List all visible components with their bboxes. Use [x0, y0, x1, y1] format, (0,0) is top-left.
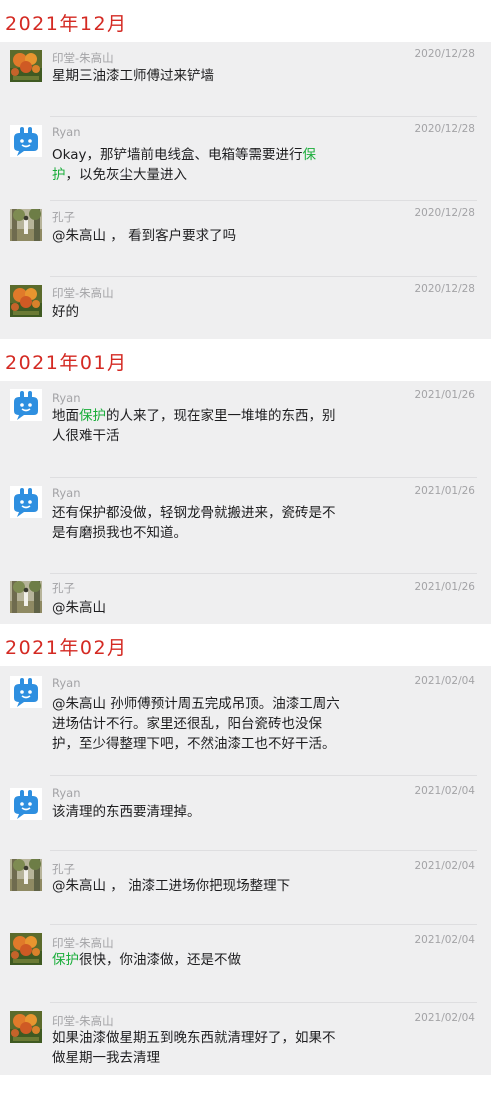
- message-text: 如果油漆做星期五到晚东西就清理好了，如果不 做星期一我去清理: [52, 1028, 352, 1068]
- message-row[interactable]: Ryan 2021/02/04 该清理的东西要清理掉。: [0, 776, 491, 851]
- outdoor-avatar[interactable]: [10, 209, 42, 241]
- message-text-fragment: 好的: [52, 304, 79, 320]
- message-text-fragment: @朱高山 孙师傅预计周五完成吊顶。油漆工周六: [52, 696, 340, 712]
- message-date: 2020/12/28: [414, 123, 475, 135]
- message-text-fragment: 很快，你油漆做，还是不做: [79, 952, 241, 968]
- bunny-avatar[interactable]: [10, 486, 42, 518]
- message-row[interactable]: Ryan 2020/12/28 Okay，那铲墙前电线盒、电箱等需要进行保护，以免灰…: [0, 117, 491, 201]
- message-text-fragment: 人很难干活: [52, 428, 120, 444]
- message-date: 2020/12/28: [414, 283, 475, 295]
- message-date: 2021/02/04: [414, 785, 475, 797]
- message-row[interactable]: 孔子 2020/12/28 @朱高山 ， 看到客户要求了吗: [0, 201, 491, 277]
- message-row[interactable]: Ryan 2021/02/04 @朱高山 孙师傅预计周五完成吊顶。油漆工周六 进场估计…: [0, 666, 491, 776]
- message-text-fragment: 做星期一我去清理: [52, 1050, 160, 1066]
- month-header: 2021年02月: [0, 624, 491, 666]
- sender-name: 印堂-朱高山: [52, 51, 114, 65]
- month-message-group: Ryan 2021/02/04 @朱高山 孙师傅预计周五完成吊顶。油漆工周六 进场估计…: [0, 666, 491, 1075]
- message-text-fragment: @朱高山 ， 油漆工进场你把现场整理下: [52, 878, 291, 894]
- message-text-fragment: 该清理的东西要清理掉。: [52, 804, 201, 820]
- flower-avatar[interactable]: [10, 1011, 42, 1043]
- message-text: 还有保护都没做，轻钢龙骨就搬进来，瓷砖是不 是有磨损我也不知道。: [52, 503, 352, 543]
- message-text-fragment: Okay，那铲墙前电线盒、电箱等需要进行: [52, 147, 303, 163]
- message-row[interactable]: Ryan 2021/01/26 还有保护都没做，轻钢龙骨就搬进来，瓷砖是不 是有磨损我…: [0, 478, 491, 574]
- message-text-fragment: @朱高山 ， 看到客户要求了吗: [52, 228, 237, 244]
- highlighted-keyword: 护: [52, 167, 66, 183]
- message-date: 2021/02/04: [414, 675, 475, 687]
- bunny-avatar[interactable]: [10, 389, 42, 421]
- message-text-fragment: 是有磨损我也不知道。: [52, 525, 187, 541]
- chat-export-page: 2021年12月印堂-朱高山 2020/12/28 星期三油漆工师傅过来铲墙 Ryan…: [0, 0, 491, 1100]
- message-row[interactable]: 印堂-朱高山 2021/02/04 保护很快，你油漆做，还是不做: [0, 925, 491, 1003]
- message-text: 保护很快，你油漆做，还是不做: [52, 950, 352, 970]
- message-text: @朱高山: [52, 598, 352, 618]
- message-date: 2020/12/28: [414, 207, 475, 219]
- message-text: Okay，那铲墙前电线盒、电箱等需要进行保护，以免灰尘大量进入: [52, 145, 352, 185]
- flower-avatar[interactable]: [10, 50, 42, 82]
- sender-name: 孔子: [52, 581, 75, 595]
- message-row[interactable]: 孔子 2021/01/26 @朱高山: [0, 574, 491, 624]
- message-text-fragment: ，以免灰尘大量进入: [65, 167, 188, 183]
- message-date: 2021/01/26: [414, 389, 475, 401]
- message-text: 好的: [52, 302, 352, 322]
- message-text: 该清理的东西要清理掉。: [52, 802, 352, 822]
- sender-name: 印堂-朱高山: [52, 1014, 114, 1028]
- message-text-fragment: 还有保护都没做，轻钢龙骨就搬进来，瓷砖是不: [52, 505, 336, 521]
- message-row[interactable]: 印堂-朱高山 2021/02/04 如果油漆做星期五到晚东西就清理好了，如果不 做星期…: [0, 1003, 491, 1075]
- sender-name: 印堂-朱高山: [52, 286, 114, 300]
- month-message-group: Ryan 2021/01/26 地面保护的人来了，现在家里一堆堆的东西，别人很难干活…: [0, 381, 491, 624]
- sender-name: Ryan: [52, 125, 81, 139]
- highlighted-keyword: 保: [302, 147, 316, 163]
- highlighted-keyword: 保护: [79, 408, 106, 424]
- message-date: 2020/12/28: [414, 48, 475, 60]
- message-text-fragment: 如果油漆做星期五到晚东西就清理好了，如果不: [52, 1030, 336, 1046]
- message-text-fragment: @朱高山: [52, 600, 106, 616]
- outdoor-avatar[interactable]: [10, 859, 42, 891]
- message-row[interactable]: 印堂-朱高山 2020/12/28 星期三油漆工师傅过来铲墙: [0, 42, 491, 117]
- bunny-avatar[interactable]: [10, 676, 42, 708]
- message-date: 2021/01/26: [414, 485, 475, 497]
- message-row[interactable]: 孔子 2021/02/04 @朱高山 ， 油漆工进场你把现场整理下: [0, 851, 491, 925]
- message-text: @朱高山 ， 油漆工进场你把现场整理下: [52, 876, 352, 896]
- message-text: 星期三油漆工师傅过来铲墙: [52, 66, 352, 86]
- sender-name: 孔子: [52, 210, 75, 224]
- message-date: 2021/02/04: [414, 860, 475, 872]
- sender-name: Ryan: [52, 676, 81, 690]
- sender-name: Ryan: [52, 486, 81, 500]
- sender-name: 印堂-朱高山: [52, 936, 114, 950]
- sender-name: Ryan: [52, 391, 81, 405]
- message-text: @朱高山 孙师傅预计周五完成吊顶。油漆工周六 进场估计不行。家里还很乱，阳台瓷砖也…: [52, 694, 352, 754]
- message-date: 2021/02/04: [414, 1012, 475, 1024]
- sender-name: Ryan: [52, 786, 81, 800]
- message-text-fragment: 护，至少得整理下吧，不然油漆工也不好干活。: [52, 736, 336, 752]
- message-text-fragment: 进场估计不行。家里还很乱，阳台瓷砖也没保: [52, 716, 322, 732]
- highlighted-keyword: 保护: [52, 952, 79, 968]
- message-text-fragment: 星期三油漆工师傅过来铲墙: [52, 68, 214, 84]
- month-header: 2021年12月: [0, 0, 491, 42]
- bunny-avatar[interactable]: [10, 125, 42, 157]
- outdoor-avatar[interactable]: [10, 581, 42, 613]
- month-header: 2021年01月: [0, 339, 491, 381]
- message-text-fragment: 的人来了，现在家里一堆堆的东西，别: [106, 408, 336, 424]
- message-date: 2021/02/04: [414, 934, 475, 946]
- message-text: 地面保护的人来了，现在家里一堆堆的东西，别人很难干活: [52, 406, 352, 446]
- message-text-fragment: 地面: [52, 408, 79, 424]
- message-text: @朱高山 ， 看到客户要求了吗: [52, 226, 352, 246]
- message-date: 2021/01/26: [414, 581, 475, 593]
- sender-name: 孔子: [52, 862, 75, 876]
- message-row[interactable]: 印堂-朱高山 2020/12/28 好的: [0, 277, 491, 339]
- bunny-avatar[interactable]: [10, 788, 42, 820]
- flower-avatar[interactable]: [10, 933, 42, 965]
- month-message-group: 印堂-朱高山 2020/12/28 星期三油漆工师傅过来铲墙 Ryan 2020/12/…: [0, 42, 491, 339]
- flower-avatar[interactable]: [10, 285, 42, 317]
- message-row[interactable]: Ryan 2021/01/26 地面保护的人来了，现在家里一堆堆的东西，别人很难干活: [0, 381, 491, 478]
